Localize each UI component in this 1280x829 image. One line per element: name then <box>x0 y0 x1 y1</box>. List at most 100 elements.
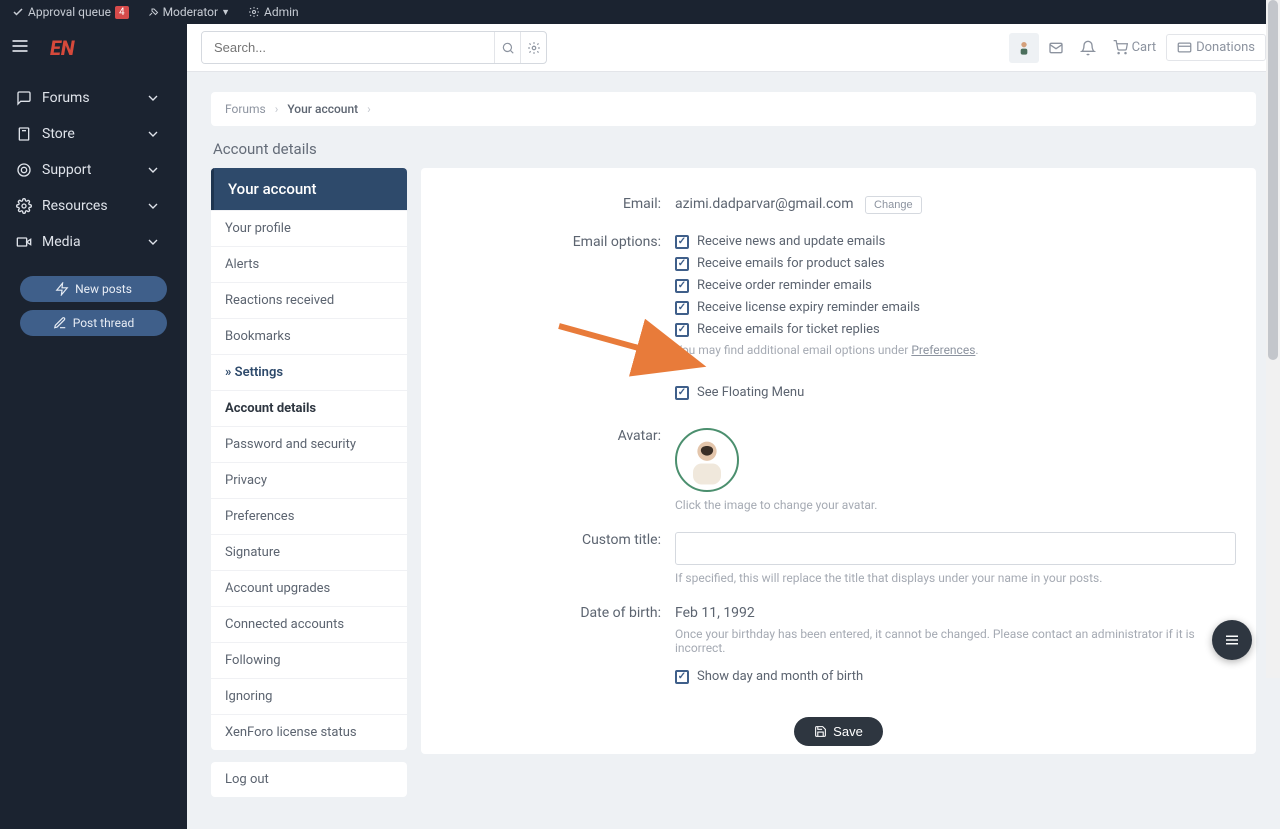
menu-icon <box>1223 631 1241 649</box>
menu-ignoring[interactable]: Ignoring <box>211 678 407 714</box>
avatar-icon <box>679 432 735 488</box>
checkbox-icon <box>675 235 689 249</box>
menu-license-status[interactable]: XenForo license status <box>211 714 407 750</box>
menu-connected-accounts[interactable]: Connected accounts <box>211 606 407 642</box>
cart-icon <box>1113 40 1128 55</box>
custom-title-hint: If specified, this will replace the titl… <box>675 571 1236 585</box>
sidebar-item-label: Forums <box>42 90 90 106</box>
menu-settings[interactable]: Settings <box>211 354 407 390</box>
menu-preferences[interactable]: Preferences <box>211 498 407 534</box>
card-icon <box>1177 40 1192 55</box>
chevron-down-icon <box>145 162 161 178</box>
checkbox-license-expiry[interactable]: Receive license expiry reminder emails <box>675 300 1236 315</box>
gear-icon <box>527 41 541 55</box>
search-input[interactable] <box>202 32 494 63</box>
alerts-button[interactable] <box>1073 33 1103 63</box>
menu-reactions[interactable]: Reactions received <box>211 282 407 318</box>
checkbox-label: Receive emails for product sales <box>697 256 885 271</box>
menu-account-details[interactable]: Account details <box>211 390 407 426</box>
chevron-down-icon: ▼ <box>221 7 230 18</box>
cart-link[interactable]: Cart <box>1105 40 1165 55</box>
account-details-form: Email: azimi.dadparvar@gmail.com Change … <box>421 168 1256 754</box>
email-options-hint: You may find additional email options un… <box>675 343 1236 357</box>
save-button[interactable]: Save <box>794 717 883 746</box>
donations-label: Donations <box>1196 40 1255 55</box>
floating-menu-button[interactable] <box>1212 620 1252 660</box>
save-icon <box>814 725 827 738</box>
sidebar-item-forums[interactable]: Forums <box>0 80 187 116</box>
menu-your-profile[interactable]: Your profile <box>211 210 407 246</box>
breadcrumb: Forums › Your account › <box>211 92 1256 126</box>
chevron-down-icon <box>145 90 161 106</box>
sidebar-item-store[interactable]: Store <box>0 116 187 152</box>
scrollbar-thumb[interactable] <box>1268 0 1278 360</box>
checkbox-icon <box>675 301 689 315</box>
menu-privacy[interactable]: Privacy <box>211 462 407 498</box>
donations-link[interactable]: Donations <box>1166 34 1266 61</box>
menu-following[interactable]: Following <box>211 642 407 678</box>
menu-alerts[interactable]: Alerts <box>211 246 407 282</box>
search-icon <box>501 41 515 55</box>
site-logo[interactable]: EN <box>50 36 75 60</box>
hamburger-button[interactable] <box>10 36 30 60</box>
sidebar-item-label: Store <box>42 126 75 142</box>
menu-signature[interactable]: Signature <box>211 534 407 570</box>
post-thread-button[interactable]: Post thread <box>20 310 167 336</box>
email-value: azimi.dadparvar@gmail.com <box>675 196 854 212</box>
preferences-link[interactable]: Preferences <box>911 343 975 357</box>
email-options-label: Email options: <box>421 234 675 357</box>
bell-icon <box>1080 40 1096 56</box>
account-menu-head: Your account <box>211 168 407 210</box>
search-box <box>201 31 547 64</box>
checkbox-icon <box>675 257 689 271</box>
moderator-menu[interactable]: Moderator ▼ <box>147 5 230 19</box>
save-label: Save <box>833 724 863 739</box>
approval-queue-link[interactable]: Approval queue 4 <box>12 5 129 19</box>
breadcrumb-separator-icon: › <box>367 102 371 116</box>
cart-label: Cart <box>1132 40 1157 55</box>
sidebar-item-label: Resources <box>42 198 108 214</box>
sidebar-item-label: Media <box>42 234 81 250</box>
menu-logout[interactable]: Log out <box>211 762 407 797</box>
user-avatar-button[interactable] <box>1009 33 1039 63</box>
checkbox-news-emails[interactable]: Receive news and update emails <box>675 234 1236 249</box>
admin-link[interactable]: Admin <box>248 5 299 19</box>
new-posts-button[interactable]: New posts <box>20 276 167 302</box>
checkbox-ticket-replies[interactable]: Receive emails for ticket replies <box>675 322 1236 337</box>
sidebar-item-resources[interactable]: Resources <box>0 188 187 224</box>
chevron-down-icon <box>145 234 161 250</box>
search-settings-button[interactable] <box>520 32 546 63</box>
avatar-image-button[interactable] <box>675 428 739 492</box>
avatar-label: Avatar: <box>421 428 675 512</box>
search-button[interactable] <box>494 32 520 63</box>
admin-topbar: Approval queue 4 Moderator ▼ Admin <box>0 0 1280 24</box>
checkbox-show-dob[interactable]: Show day and month of birth <box>675 669 1236 684</box>
section-title: Account details <box>211 140 1256 158</box>
chevron-down-icon <box>145 198 161 214</box>
checkbox-label: Receive emails for ticket replies <box>697 322 880 337</box>
breadcrumb-current: Your account <box>287 102 358 116</box>
checkbox-icon <box>675 386 689 400</box>
inbox-button[interactable] <box>1041 33 1071 63</box>
checkbox-product-sales[interactable]: Receive emails for product sales <box>675 256 1236 271</box>
sidebar-item-media[interactable]: Media <box>0 224 187 260</box>
envelope-icon <box>1048 40 1064 56</box>
checkbox-icon <box>675 279 689 293</box>
breadcrumb-separator-icon: › <box>275 102 279 116</box>
moderator-label: Moderator <box>163 5 219 19</box>
change-email-button[interactable]: Change <box>865 196 922 214</box>
scrollbar[interactable] <box>1266 0 1280 678</box>
sidebar-item-support[interactable]: Support <box>0 152 187 188</box>
breadcrumb-forums[interactable]: Forums <box>225 102 266 116</box>
checkbox-floating-menu[interactable]: See Floating Menu <box>675 385 1236 400</box>
checkbox-order-reminder[interactable]: Receive order reminder emails <box>675 278 1236 293</box>
menu-bookmarks[interactable]: Bookmarks <box>211 318 407 354</box>
checkbox-label: Receive license expiry reminder emails <box>697 300 920 315</box>
custom-title-input[interactable] <box>675 532 1236 565</box>
approval-queue-label: Approval queue <box>28 5 111 19</box>
checkbox-label: Receive order reminder emails <box>697 278 872 293</box>
menu-account-upgrades[interactable]: Account upgrades <box>211 570 407 606</box>
dob-label: Date of birth: <box>421 605 675 655</box>
avatar-hint: Click the image to change your avatar. <box>675 498 1236 512</box>
menu-password-security[interactable]: Password and security <box>211 426 407 462</box>
